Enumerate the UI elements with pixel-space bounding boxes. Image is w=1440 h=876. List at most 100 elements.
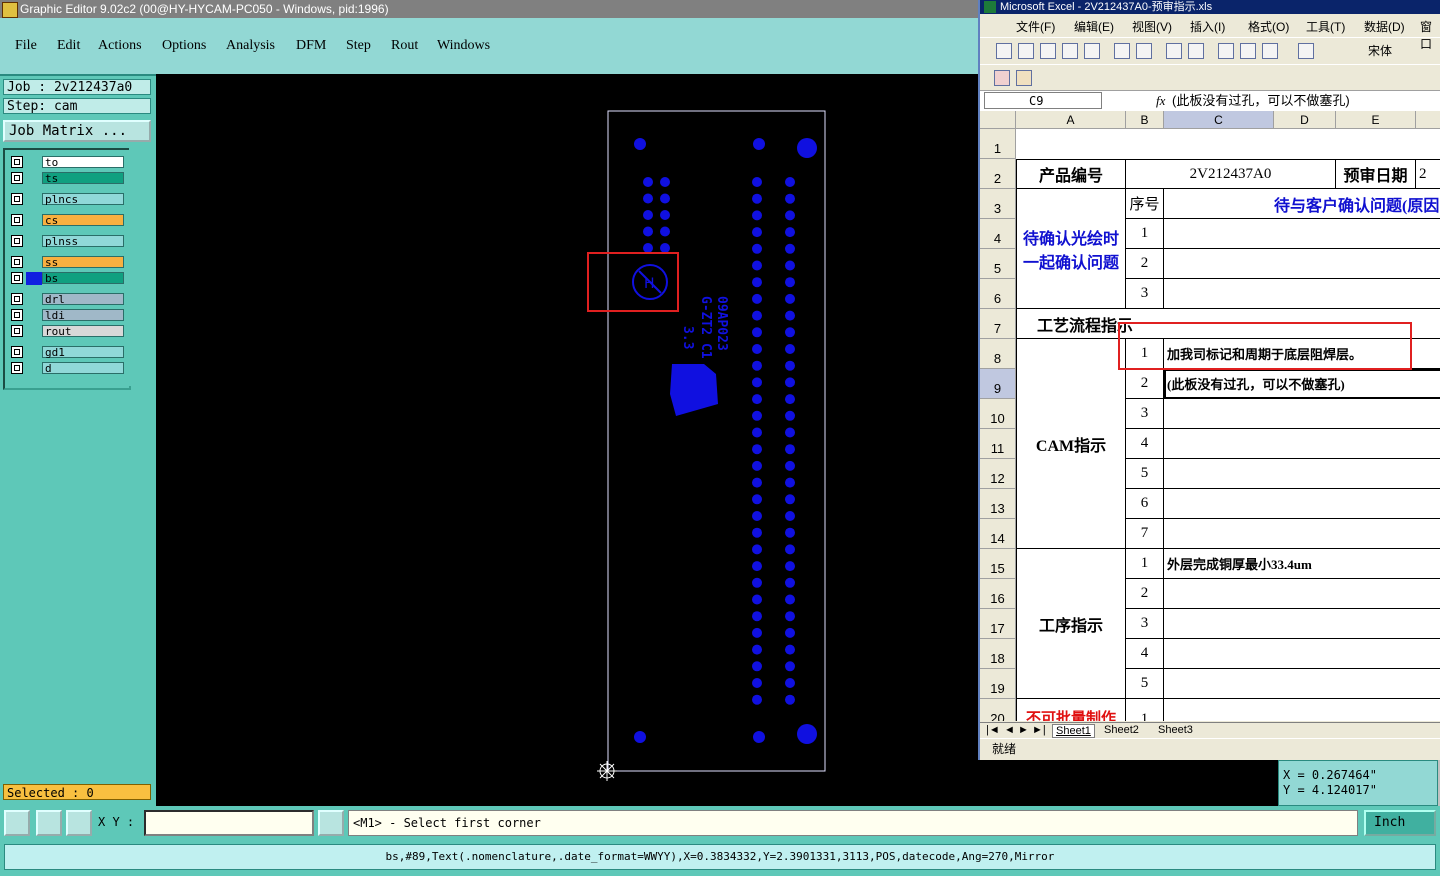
cell-op-label[interactable]: 工序指示 bbox=[1016, 549, 1126, 699]
cell-review-date[interactable]: 2 bbox=[1416, 159, 1440, 189]
layer-name[interactable]: to bbox=[42, 156, 124, 169]
xy-input[interactable] bbox=[144, 810, 314, 836]
layer-scrollbar[interactable] bbox=[129, 148, 151, 386]
tab-last-icon[interactable]: ►| bbox=[1032, 724, 1046, 736]
xl-menu-format[interactable]: 格式(O) bbox=[1248, 18, 1289, 35]
cell-seq[interactable]: 4 bbox=[1126, 639, 1164, 669]
cell-empty[interactable] bbox=[1164, 609, 1440, 639]
row-header[interactable]: 3 bbox=[980, 189, 1016, 219]
cell-seq[interactable]: 1 bbox=[1126, 549, 1164, 579]
row-header[interactable]: 15 bbox=[980, 549, 1016, 579]
layer-row-ss[interactable]: ss bbox=[8, 256, 126, 269]
cell-product-no[interactable]: 2V212437A0 bbox=[1126, 159, 1336, 189]
menu-rout[interactable]: Rout bbox=[391, 38, 418, 54]
layer-row-cs[interactable]: cs bbox=[8, 214, 126, 227]
spelling-icon[interactable] bbox=[1166, 43, 1182, 59]
row-header[interactable]: 6 bbox=[980, 279, 1016, 309]
row-header[interactable]: 8 bbox=[980, 339, 1016, 369]
layer-row-to[interactable]: to bbox=[8, 156, 126, 169]
col-header-e[interactable]: E bbox=[1336, 111, 1416, 129]
xl-menu-data[interactable]: 数据(D) bbox=[1364, 18, 1405, 35]
corner-select-all[interactable] bbox=[980, 111, 1016, 129]
new-icon[interactable] bbox=[996, 43, 1012, 59]
layer-name[interactable]: gd1 bbox=[42, 346, 124, 359]
cell-seq[interactable]: 5 bbox=[1126, 669, 1164, 699]
graphics-canvas[interactable]: H 09AP023 G-ZT2 C1 3.3 bbox=[156, 74, 978, 806]
graphics-canvas-lower[interactable] bbox=[978, 760, 1278, 806]
layer-checkbox[interactable] bbox=[11, 325, 23, 337]
cell-empty[interactable] bbox=[1164, 579, 1440, 609]
row-header[interactable]: 10 bbox=[980, 399, 1016, 429]
cell-seq[interactable]: 7 bbox=[1126, 519, 1164, 549]
row-header[interactable]: 19 bbox=[980, 669, 1016, 699]
xl-menu-view[interactable]: 视图(V) bbox=[1132, 18, 1172, 35]
layer-name[interactable]: d bbox=[42, 362, 124, 375]
cell-empty[interactable] bbox=[1164, 669, 1440, 699]
email-icon[interactable] bbox=[1084, 43, 1100, 59]
layer-checkbox[interactable] bbox=[11, 293, 23, 305]
layer-checkbox[interactable] bbox=[11, 172, 23, 184]
menu-dfm[interactable]: DFM bbox=[296, 38, 326, 54]
cell-cam-item-2[interactable]: (此板没有过孔，可以不做塞孔) bbox=[1164, 369, 1440, 399]
cut-icon[interactable] bbox=[1218, 43, 1234, 59]
col-header-a[interactable]: A bbox=[1016, 111, 1126, 129]
menu-edit[interactable]: Edit bbox=[57, 38, 80, 54]
cell-no-batch-label[interactable]: 不可批量制作 bbox=[1016, 699, 1126, 721]
menu-options[interactable]: Options bbox=[162, 38, 206, 54]
row-header[interactable]: 7 bbox=[980, 309, 1016, 339]
tab-sheet1[interactable]: Sheet1 bbox=[1052, 724, 1095, 738]
cell-seq[interactable]: 5 bbox=[1126, 459, 1164, 489]
cell-empty[interactable] bbox=[1164, 519, 1440, 549]
layer-name[interactable]: ss bbox=[42, 256, 124, 269]
menu-windows[interactable]: Windows bbox=[437, 38, 490, 54]
col-header-f[interactable] bbox=[1416, 111, 1440, 129]
row-header[interactable]: 11 bbox=[980, 429, 1016, 459]
layer-name[interactable]: drl bbox=[42, 293, 124, 306]
row-header[interactable]: 5 bbox=[980, 249, 1016, 279]
save-icon[interactable] bbox=[1040, 43, 1056, 59]
layer-row-plnss[interactable]: plnss bbox=[8, 235, 126, 248]
cell-seq-label[interactable]: 序号 bbox=[1126, 189, 1164, 219]
pdf-icon[interactable] bbox=[994, 70, 1010, 86]
tab-next-icon[interactable]: ► bbox=[1018, 724, 1029, 736]
open-icon[interactable] bbox=[1018, 43, 1034, 59]
pdf-email-icon[interactable] bbox=[1016, 70, 1032, 86]
worksheet-grid[interactable]: A B C D E 1 2 3 4 5 6 7 8 9 10 11 12 13 … bbox=[980, 111, 1440, 721]
col-header-d[interactable]: D bbox=[1274, 111, 1336, 129]
cell-pending-header[interactable]: 待与客户确认问题(原因 bbox=[1164, 189, 1440, 219]
layer-name[interactable]: plnss bbox=[42, 235, 124, 248]
cell-seq[interactable]: 2 bbox=[1126, 579, 1164, 609]
row-header[interactable]: 4 bbox=[980, 219, 1016, 249]
layer-name[interactable]: ldi bbox=[42, 309, 124, 322]
row-header[interactable]: 2 bbox=[980, 159, 1016, 189]
layer-row-bs[interactable]: bs bbox=[8, 272, 126, 285]
menu-analysis[interactable]: Analysis bbox=[226, 38, 275, 54]
layer-row-d[interactable]: d bbox=[8, 362, 126, 375]
layer-name[interactable]: ts bbox=[42, 172, 124, 185]
font-box[interactable]: 宋体 bbox=[1368, 42, 1392, 59]
cell-seq[interactable]: 1 bbox=[1126, 219, 1164, 249]
layer-checkbox[interactable] bbox=[11, 156, 23, 168]
cell-empty[interactable] bbox=[1164, 639, 1440, 669]
cell-seq[interactable]: 3 bbox=[1126, 279, 1164, 309]
layer-checkbox[interactable] bbox=[11, 193, 23, 205]
cell-pending-label[interactable]: 待确认光绘时一起确认问题 bbox=[1016, 189, 1126, 309]
cell-cam-label[interactable]: CAM指示 bbox=[1016, 339, 1126, 549]
print-preview-icon[interactable] bbox=[1136, 43, 1152, 59]
row-header[interactable]: 17 bbox=[980, 609, 1016, 639]
layer-row-plncs[interactable]: plncs bbox=[8, 193, 126, 206]
layer-row-rout[interactable]: rout bbox=[8, 325, 126, 338]
row-header[interactable]: 12 bbox=[980, 459, 1016, 489]
cell-empty[interactable] bbox=[1164, 459, 1440, 489]
menu-file[interactable]: File bbox=[15, 38, 37, 54]
cell-seq[interactable]: 3 bbox=[1126, 609, 1164, 639]
layer-name[interactable]: plncs bbox=[42, 193, 124, 206]
layer-row-gd1[interactable]: gd1 bbox=[8, 346, 126, 359]
cell-empty[interactable] bbox=[1164, 279, 1440, 309]
layer-checkbox[interactable] bbox=[11, 214, 23, 226]
xl-menu-edit[interactable]: 编辑(E) bbox=[1074, 18, 1114, 35]
cell-empty[interactable] bbox=[1164, 219, 1440, 249]
cell-seq[interactable]: 6 bbox=[1126, 489, 1164, 519]
cell-seq[interactable]: 2 bbox=[1126, 249, 1164, 279]
row-header[interactable]: 1 bbox=[980, 129, 1016, 159]
